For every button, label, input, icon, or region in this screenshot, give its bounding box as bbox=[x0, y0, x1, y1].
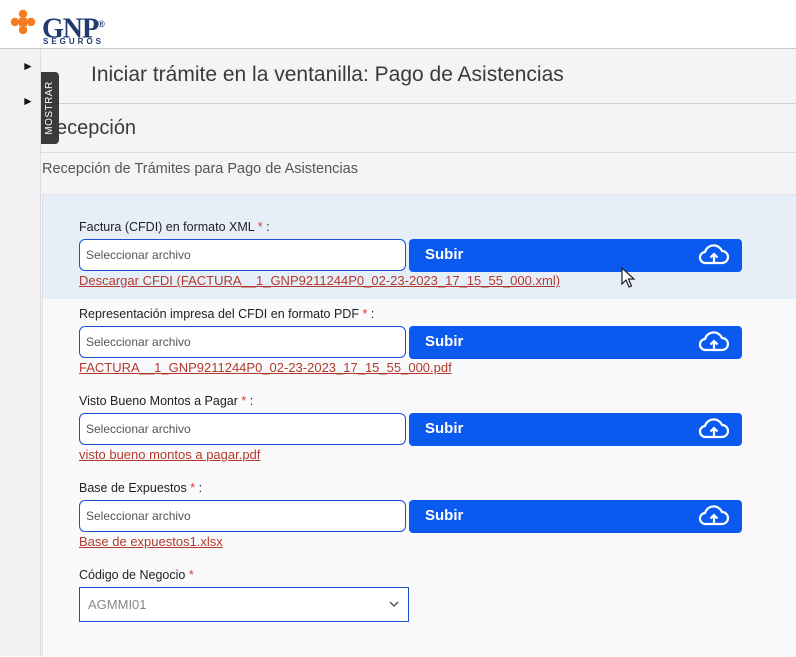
select-value: AGMMI01 bbox=[88, 597, 147, 612]
mostrar-toggle[interactable]: MOSTRAR bbox=[41, 72, 59, 144]
form-card: Factura (CFDI) en formato XML * : Selecc… bbox=[42, 194, 796, 657]
brand-tagline: SEGUROS bbox=[43, 37, 105, 46]
upload-button-label: Subir bbox=[425, 420, 464, 437]
upload-button-label: Subir bbox=[425, 246, 464, 263]
field-label: Visto Bueno Montos a Pagar * : bbox=[79, 394, 254, 408]
section-subtitle: Recepción de Trámites para Pago de Asist… bbox=[42, 161, 358, 177]
xml-file-link[interactable]: Descargar CFDI (FACTURA__1_GNP9211244P0_… bbox=[79, 273, 560, 288]
field-label: Representación impresa del CFDI en forma… bbox=[79, 307, 375, 321]
page-title: Iniciar trámite en la ventanilla: Pago d… bbox=[91, 63, 564, 86]
cloud-upload-icon bbox=[698, 331, 730, 352]
page-header: Iniciar trámite en la ventanilla: Pago d… bbox=[41, 49, 796, 104]
upload-button-label: Subir bbox=[425, 507, 464, 524]
registered-mark: ® bbox=[98, 19, 105, 29]
upload-base-expuestos-button[interactable]: Subir bbox=[409, 500, 742, 533]
cloud-upload-icon bbox=[698, 505, 730, 526]
base-expuestos-file-link[interactable]: Base de expuestos1.xlsx bbox=[79, 534, 223, 549]
expand-arrow-icon[interactable]: ► bbox=[22, 59, 34, 73]
upload-pdf-button[interactable]: Subir bbox=[409, 326, 742, 359]
divider bbox=[41, 152, 796, 153]
pdf-file-input[interactable]: Seleccionar archivo bbox=[79, 326, 406, 358]
cloud-upload-icon bbox=[698, 244, 730, 265]
top-bar: GNP® SEGUROS bbox=[0, 0, 796, 49]
mouse-cursor-icon bbox=[621, 267, 636, 288]
chevron-down-icon bbox=[389, 601, 399, 608]
sidebar: ► ► bbox=[0, 49, 41, 656]
mostrar-label: MOSTRAR bbox=[44, 81, 55, 135]
upload-visto-bueno-button[interactable]: Subir bbox=[409, 413, 742, 446]
base-expuestos-file-input[interactable]: Seleccionar archivo bbox=[79, 500, 406, 532]
xml-file-input[interactable]: Seleccionar archivo bbox=[79, 239, 406, 271]
upload-xml-button[interactable]: Subir bbox=[409, 239, 742, 272]
gnp-flower-icon bbox=[10, 9, 36, 35]
field-label: Factura (CFDI) en formato XML * : bbox=[79, 220, 270, 234]
field-label: Base de Expuestos * : bbox=[79, 481, 203, 495]
upload-button-label: Subir bbox=[425, 333, 464, 350]
pdf-file-link[interactable]: FACTURA__1_GNP9211244P0_02-23-2023_17_15… bbox=[79, 360, 452, 375]
codigo-negocio-select[interactable]: AGMMI01 bbox=[79, 587, 409, 622]
main-content: ecepción Recepción de Trámites para Pago… bbox=[41, 104, 796, 657]
cloud-upload-icon bbox=[698, 418, 730, 439]
visto-bueno-file-input[interactable]: Seleccionar archivo bbox=[79, 413, 406, 445]
section-title: ecepción bbox=[56, 117, 137, 139]
field-label: Código de Negocio * bbox=[79, 568, 194, 582]
visto-bueno-file-link[interactable]: visto bueno montos a pagar.pdf bbox=[79, 447, 260, 462]
expand-arrow-icon[interactable]: ► bbox=[22, 94, 34, 108]
gnp-logo[interactable]: GNP® SEGUROS bbox=[10, 6, 120, 46]
